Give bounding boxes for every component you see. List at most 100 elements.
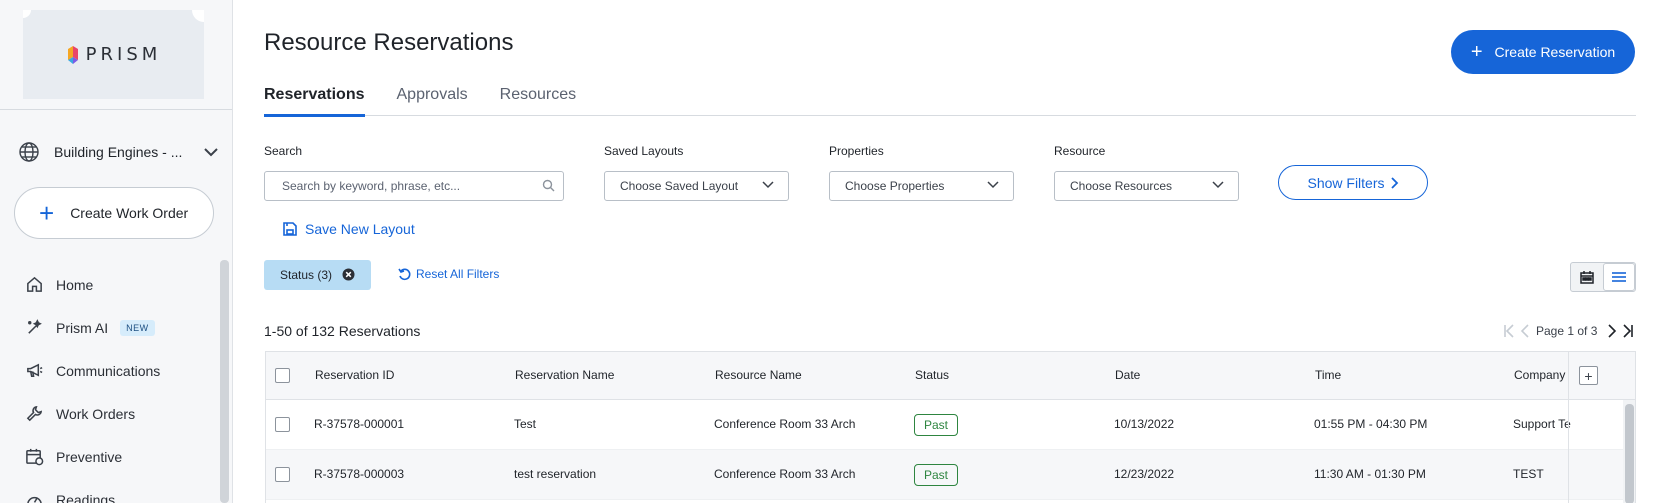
properties-select[interactable]: Choose Properties: [829, 171, 1014, 201]
sidebar-item-label: Readings: [56, 491, 116, 503]
sidebar-item-label: Preventive: [56, 448, 123, 465]
create-work-order-label: Create Work Order: [70, 205, 189, 221]
properties-label: Properties: [829, 144, 884, 158]
sidebar: PRISM Building Engines - ... + Create Wo…: [0, 0, 233, 503]
saved-layouts-value: Choose Saved Layout: [620, 179, 739, 193]
sidebar-nav: Home Prism AI NEW Communications Work Or…: [0, 263, 220, 503]
show-filters-label: Show Filters: [1307, 174, 1385, 191]
create-work-order-button[interactable]: + Create Work Order: [14, 187, 214, 239]
reset-icon: [398, 268, 411, 280]
calendar-clock-icon: [26, 448, 44, 466]
prism-logo-icon: [66, 45, 80, 65]
table-scrollbar[interactable]: [1625, 404, 1634, 503]
status-filter-chip[interactable]: Status (3): [264, 260, 371, 290]
results-count: 1-50 of 132 Reservations: [264, 323, 421, 339]
search-icon: [542, 179, 555, 192]
row-checkbox[interactable]: [275, 467, 290, 482]
cell-date: 12/23/2022: [1114, 467, 1175, 481]
add-column-button[interactable]: +: [1579, 366, 1598, 385]
properties-value: Choose Properties: [845, 179, 945, 193]
tab-reservations[interactable]: Reservations: [264, 86, 365, 117]
cell-reservation-id: R-37578-000003: [314, 467, 405, 481]
table-row[interactable]: R-37578-000001 Test Conference Room 33 A…: [266, 400, 1635, 450]
save-new-layout-link[interactable]: Save New Layout: [283, 221, 415, 237]
home-icon: [27, 276, 42, 292]
calendar-icon: [1580, 271, 1594, 284]
create-reservation-label: Create Reservation: [1494, 44, 1616, 60]
org-switcher[interactable]: Building Engines - ...: [18, 140, 218, 164]
cell-reservation-name: test reservation: [514, 467, 597, 481]
resource-value: Choose Resources: [1070, 179, 1173, 193]
cell-resource-name: Conference Room 33 Arch: [714, 467, 856, 481]
table-header: Reservation ID Reservation Name Resource…: [266, 352, 1635, 400]
status-chip-label: Status (3): [280, 268, 333, 282]
chevron-right-icon: [1390, 176, 1398, 189]
org-name: Building Engines - ...: [54, 144, 183, 160]
list-icon: [1612, 272, 1626, 282]
sidebar-item-label: Communications: [56, 362, 161, 379]
magic-wand-icon: [28, 319, 42, 334]
save-new-layout-label: Save New Layout: [305, 221, 415, 237]
megaphone-icon: [27, 363, 43, 377]
column-header-date[interactable]: Date: [1115, 368, 1140, 382]
globe-icon: [19, 142, 39, 162]
pagination: Page 1 of 3: [1504, 322, 1634, 340]
cell-date: 10/13/2022: [1114, 417, 1175, 431]
reservations-table: Reservation ID Reservation Name Resource…: [265, 351, 1636, 503]
sidebar-item-work-orders[interactable]: Work Orders: [0, 392, 220, 435]
sidebar-item-communications[interactable]: Communications: [0, 349, 220, 392]
cell-time: 01:55 PM - 04:30 PM: [1314, 417, 1428, 431]
reset-all-filters-link[interactable]: Reset All Filters: [398, 267, 499, 281]
last-page-icon[interactable]: [1621, 324, 1634, 338]
tab-bar: Reservations Approvals Resources: [264, 86, 1636, 117]
new-badge: NEW: [120, 319, 155, 336]
row-checkbox[interactable]: [275, 417, 290, 432]
show-filters-button[interactable]: Show Filters: [1278, 165, 1428, 200]
tab-approvals[interactable]: Approvals: [397, 86, 468, 116]
sidebar-item-home[interactable]: Home: [0, 263, 220, 306]
calendar-view-button[interactable]: [1571, 263, 1603, 291]
cell-resource-name: Conference Room 33 Arch: [714, 417, 856, 431]
status-badge: Past: [914, 464, 959, 486]
brand-logo[interactable]: PRISM: [23, 10, 204, 99]
create-reservation-button[interactable]: + Create Reservation: [1451, 30, 1635, 74]
chevron-down-icon: [987, 181, 999, 189]
chevron-down-icon: [762, 181, 774, 189]
cell-reservation-name: Test: [514, 417, 537, 431]
column-header-company[interactable]: Company: [1514, 368, 1565, 382]
sidebar-item-label: Work Orders: [56, 405, 136, 422]
sidebar-item-readings[interactable]: Readings: [0, 478, 220, 503]
close-circle-icon[interactable]: [342, 268, 355, 281]
page-indicator: Page 1 of 3: [1536, 324, 1598, 338]
column-header-reservation-id[interactable]: Reservation ID: [315, 368, 394, 382]
table-row[interactable]: R-37578-000003 test reservation Conferen…: [266, 450, 1635, 500]
sidebar-item-prism-ai[interactable]: Prism AI NEW: [0, 306, 220, 349]
previous-page-icon[interactable]: [1520, 324, 1530, 338]
tab-resources[interactable]: Resources: [500, 86, 576, 116]
select-all-checkbox[interactable]: [275, 368, 290, 383]
plus-icon: +: [1470, 41, 1483, 63]
sidebar-item-label: Prism AI: [56, 319, 109, 336]
sidebar-item-label: Home: [56, 276, 94, 293]
cell-company: TEST: [1513, 467, 1544, 481]
view-toggle: [1570, 262, 1636, 292]
saved-layouts-select[interactable]: Choose Saved Layout: [604, 171, 789, 201]
next-page-icon[interactable]: [1607, 324, 1617, 338]
resource-select[interactable]: Choose Resources: [1054, 171, 1239, 201]
status-badge: Past: [914, 414, 959, 436]
sticky-column-divider: [1568, 352, 1569, 503]
sidebar-item-preventive[interactable]: Preventive: [0, 435, 220, 478]
column-header-time[interactable]: Time: [1315, 368, 1341, 382]
sidebar-scrollbar[interactable]: [220, 260, 229, 503]
column-header-reservation-name[interactable]: Reservation Name: [515, 368, 614, 382]
wrench-icon: [26, 405, 43, 422]
list-view-button[interactable]: [1603, 263, 1635, 291]
brand-name: PRISM: [85, 44, 162, 65]
column-header-status[interactable]: Status: [915, 368, 949, 382]
first-page-icon[interactable]: [1504, 324, 1516, 338]
chevron-down-icon: [204, 147, 218, 156]
search-input[interactable]: [264, 171, 564, 201]
cell-company: Support Te: [1513, 417, 1571, 431]
saved-layouts-label: Saved Layouts: [604, 144, 684, 158]
column-header-resource-name[interactable]: Resource Name: [715, 368, 802, 382]
